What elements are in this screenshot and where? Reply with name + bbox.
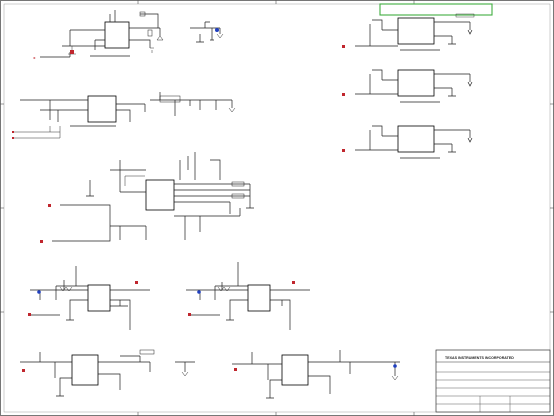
note-box — [379, 3, 493, 16]
ic-channel-3 — [397, 125, 435, 153]
ic-channel-1 — [397, 17, 435, 45]
ic-driver-1 — [87, 284, 111, 312]
ic-buffer — [145, 179, 175, 211]
title-block: TEXAS INSTRUMENTS INCORPORATED — [435, 349, 551, 413]
schematic-block-converter-1 — [20, 349, 195, 397]
schematic-block-driver-2 — [186, 262, 310, 330]
schematic-block-converter-2 — [232, 350, 400, 399]
schematic-block-channel-1 — [342, 3, 493, 51]
ic-converter-2 — [281, 354, 309, 386]
schematic-block-regulator-1: ► — [33, 10, 224, 60]
schematic-block-channel-3 — [342, 125, 473, 159]
svg-text:►: ► — [33, 56, 36, 60]
schematic-block-channel-2 — [342, 69, 473, 103]
ic-driver-2 — [247, 284, 271, 312]
ic-channel-2 — [397, 69, 435, 97]
schematic-block-buffer — [40, 152, 254, 243]
ic-regulator-1 — [104, 21, 130, 49]
schematic-sheet: ► TEXAS INSTRUMENTS INCORPORATED — [0, 0, 554, 416]
schematic-block-regulator-2 — [12, 92, 236, 139]
schematic-block-driver-1 — [28, 266, 150, 330]
title-block-company: TEXAS INSTRUMENTS INCORPORATED — [445, 356, 514, 360]
ic-regulator-2 — [87, 95, 117, 123]
ic-converter-1 — [71, 354, 99, 386]
